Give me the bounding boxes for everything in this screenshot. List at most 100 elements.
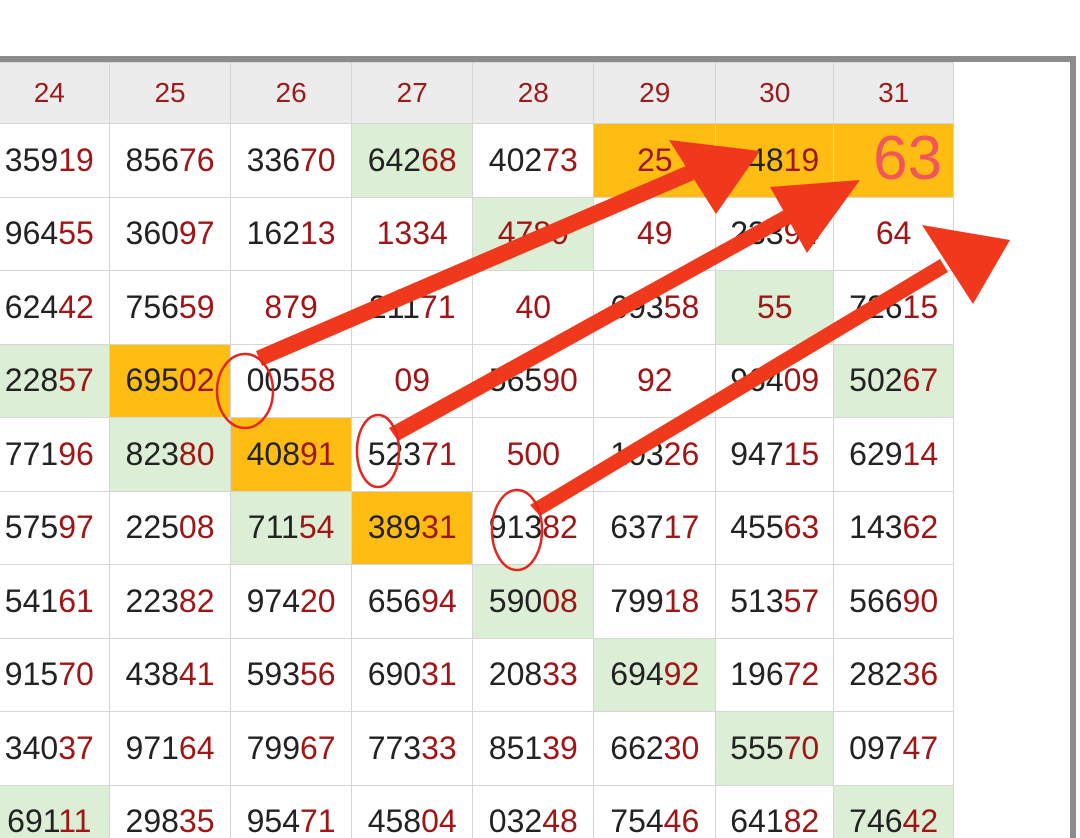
trailing-digits: 04	[421, 803, 457, 838]
leading-digits: 566	[849, 582, 903, 619]
leading-digits: 641	[730, 803, 784, 838]
column-header-29: 29	[593, 62, 717, 124]
table-row: 57597 22508 71154 38931 91382 63717 45563 14362	[0, 490, 954, 565]
number-cell: 59356	[230, 637, 353, 712]
number-cell: 00558	[230, 343, 353, 418]
number-cell: 50267	[833, 343, 954, 418]
leading-digits: 624	[4, 288, 59, 325]
trailing-digits: 15	[902, 288, 939, 325]
number-cell: 57597	[0, 490, 110, 565]
leading-digits: 408	[246, 435, 300, 472]
trailing-digits: 80	[178, 435, 215, 472]
leading-digits: 455	[730, 509, 784, 546]
leading-digits: 711	[247, 509, 299, 546]
trailing-digits: 25	[636, 141, 673, 178]
number-cell: 66230	[593, 711, 717, 786]
trailing-digits: 30	[663, 729, 700, 766]
number-cell: 75659	[108, 270, 232, 345]
leading-digits: 402	[488, 141, 543, 178]
leading-digits: 971	[125, 729, 179, 766]
leading-digits: 555	[730, 729, 784, 766]
trailing-digits: 26	[663, 435, 700, 472]
column-header-27: 27	[351, 62, 474, 124]
highlight-number: 63	[873, 123, 943, 193]
leading-digits: 360	[125, 215, 179, 252]
leading-digits: 541	[4, 582, 59, 619]
number-cell: 69502	[108, 343, 232, 418]
trailing-digits: 15	[783, 435, 820, 472]
leading-digits: 336	[246, 141, 300, 178]
leading-digits: 637	[610, 509, 664, 546]
leading-digits: 690	[367, 656, 422, 693]
trailing-digits: 09	[394, 362, 430, 399]
trailing-digits: 76	[178, 141, 215, 178]
top-bar	[0, 0, 1080, 56]
number-cell: 94715	[715, 417, 835, 492]
number-cell: 22382	[108, 564, 232, 639]
leading-digits: 211	[368, 288, 420, 325]
trailing-digits: 64	[875, 215, 912, 252]
leading-digits: 947	[730, 435, 784, 472]
trailing-digits: 33	[542, 656, 578, 693]
trailing-digits: 4789	[497, 215, 569, 252]
leading-digits: 754	[610, 803, 664, 838]
trailing-digits: 1334	[376, 215, 448, 252]
table-row: 91570 43841 59356 69031 20833 69492 19672 28236	[0, 637, 954, 712]
number-cell: 1334	[351, 196, 474, 271]
number-cell: 95471	[230, 784, 353, 838]
trailing-digits: 56	[300, 656, 336, 693]
header-row: 232425262728293031	[0, 62, 954, 124]
table-row: 22857 69502 00558 09 56590 92 96409 50267	[0, 343, 954, 418]
leading-digits: 954	[246, 803, 300, 838]
trailing-digits: 58	[663, 288, 700, 325]
leading-digits: 458	[367, 803, 422, 838]
number-cell: 19672	[715, 637, 835, 712]
number-cell: 25	[593, 123, 717, 198]
leading-digits: 964	[730, 362, 784, 399]
leading-digits: 359	[4, 141, 59, 178]
number-cell: 69492	[593, 637, 717, 712]
trailing-digits: 67	[300, 729, 336, 766]
trailing-digits: 55	[58, 215, 94, 252]
number-cell: 45563	[715, 490, 835, 565]
number-cell: 16213	[230, 196, 353, 271]
leading-digits: 228	[4, 362, 59, 399]
leading-digits: 974	[246, 582, 300, 619]
trailing-digits: 37	[58, 729, 94, 766]
trailing-digits: 41	[178, 656, 215, 693]
number-cell: 21171	[351, 270, 474, 345]
trailing-digits: 70	[300, 141, 336, 178]
number-cell: 35919	[0, 123, 110, 198]
column-header-30: 30	[715, 62, 835, 124]
leading-digits: 915	[4, 656, 59, 693]
number-cell: 54161	[0, 564, 110, 639]
leading-digits: 913	[488, 509, 543, 546]
trailing-digits: 13	[300, 215, 336, 252]
trailing-digits: 82	[178, 582, 215, 619]
number-cell: 72615	[833, 270, 954, 345]
number-cell: 29835	[108, 784, 232, 838]
leading-digits: 771	[4, 435, 59, 472]
leading-digits: 746	[849, 803, 903, 838]
leading-digits: 691	[7, 803, 59, 838]
leading-digits: 694	[610, 656, 664, 693]
trailing-digits: 94	[421, 582, 457, 619]
number-cell: 43841	[108, 637, 232, 712]
number-cell: 10326	[593, 417, 717, 492]
leading-digits: 629	[849, 435, 903, 472]
leading-digits: 575	[4, 509, 59, 546]
leading-digits: 523	[367, 435, 422, 472]
trailing-digits: 70	[58, 656, 94, 693]
trailing-digits: 59	[178, 288, 215, 325]
column-header-25: 25	[108, 62, 232, 124]
leading-digits: 590	[488, 582, 543, 619]
trailing-digits: 90	[542, 362, 578, 399]
trailing-digits: 33	[421, 729, 457, 766]
trailing-digits: 54	[298, 509, 335, 546]
number-cell: 03248	[472, 784, 595, 838]
trailing-digits: 92	[663, 656, 700, 693]
leading-digits: 223	[125, 582, 179, 619]
trailing-digits: 91	[300, 435, 336, 472]
table-row: 77196 82380 40891 52371 500 10326 94715 62914	[0, 417, 954, 492]
leading-digits: 103	[610, 435, 664, 472]
